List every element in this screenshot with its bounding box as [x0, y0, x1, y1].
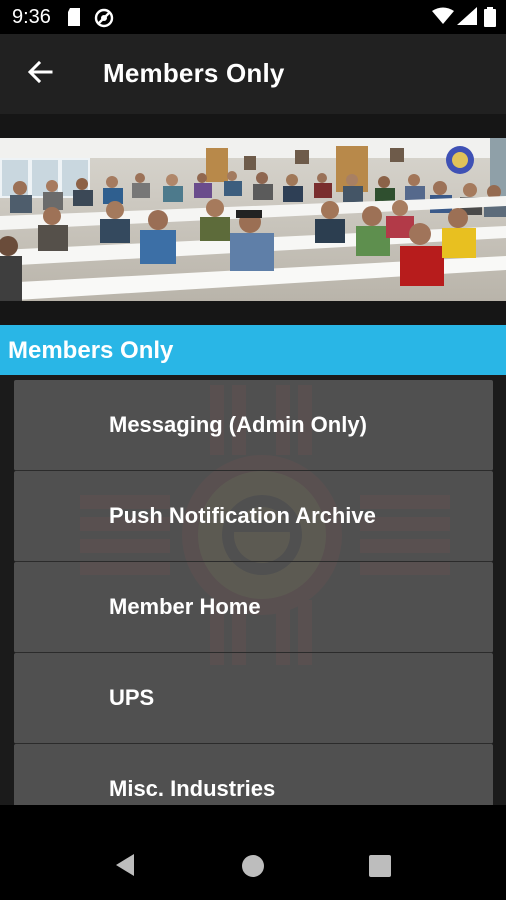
section-header: Members Only [0, 325, 506, 375]
section-title: Members Only [8, 337, 174, 364]
menu-item-misc-industries[interactable]: Misc. Industries [14, 744, 493, 805]
nav-recents-icon[interactable] [369, 855, 391, 882]
battery-icon [484, 7, 496, 32]
wifi-icon [432, 7, 454, 30]
nav-back-icon[interactable] [114, 853, 136, 882]
menu-item-label: Misc. Industries [109, 776, 276, 801]
menu-item-label: UPS [109, 685, 155, 710]
arrow-back-icon [27, 60, 53, 89]
menu-item-messaging[interactable]: Messaging (Admin Only) [14, 380, 493, 471]
menu-item-label: Messaging (Admin Only) [109, 412, 367, 437]
app-bar: Members Only [0, 34, 506, 114]
members-meeting-photo [0, 138, 506, 301]
dnd-icon [94, 8, 114, 33]
menu-item-ups[interactable]: UPS [14, 653, 493, 744]
menu-item-push-notification-archive[interactable]: Push Notification Archive [14, 471, 493, 562]
status-time: 9:36 [12, 6, 51, 28]
menu-item-label: Member Home [109, 594, 261, 619]
page-title: Members Only [103, 58, 285, 88]
sd-card-icon [66, 8, 82, 31]
status-bar: 9:36 [0, 0, 506, 34]
signal-icon [457, 7, 477, 30]
nav-home-icon[interactable] [241, 854, 265, 883]
menu-list: Messaging (Admin Only) Push Notification… [14, 380, 493, 805]
menu-item-label: Push Notification Archive [109, 503, 376, 528]
back-button[interactable] [22, 56, 58, 92]
menu-item-member-home[interactable]: Member Home [14, 562, 493, 653]
system-nav-bar [0, 805, 506, 900]
menu-content: Messaging (Admin Only) Push Notification… [0, 375, 506, 805]
